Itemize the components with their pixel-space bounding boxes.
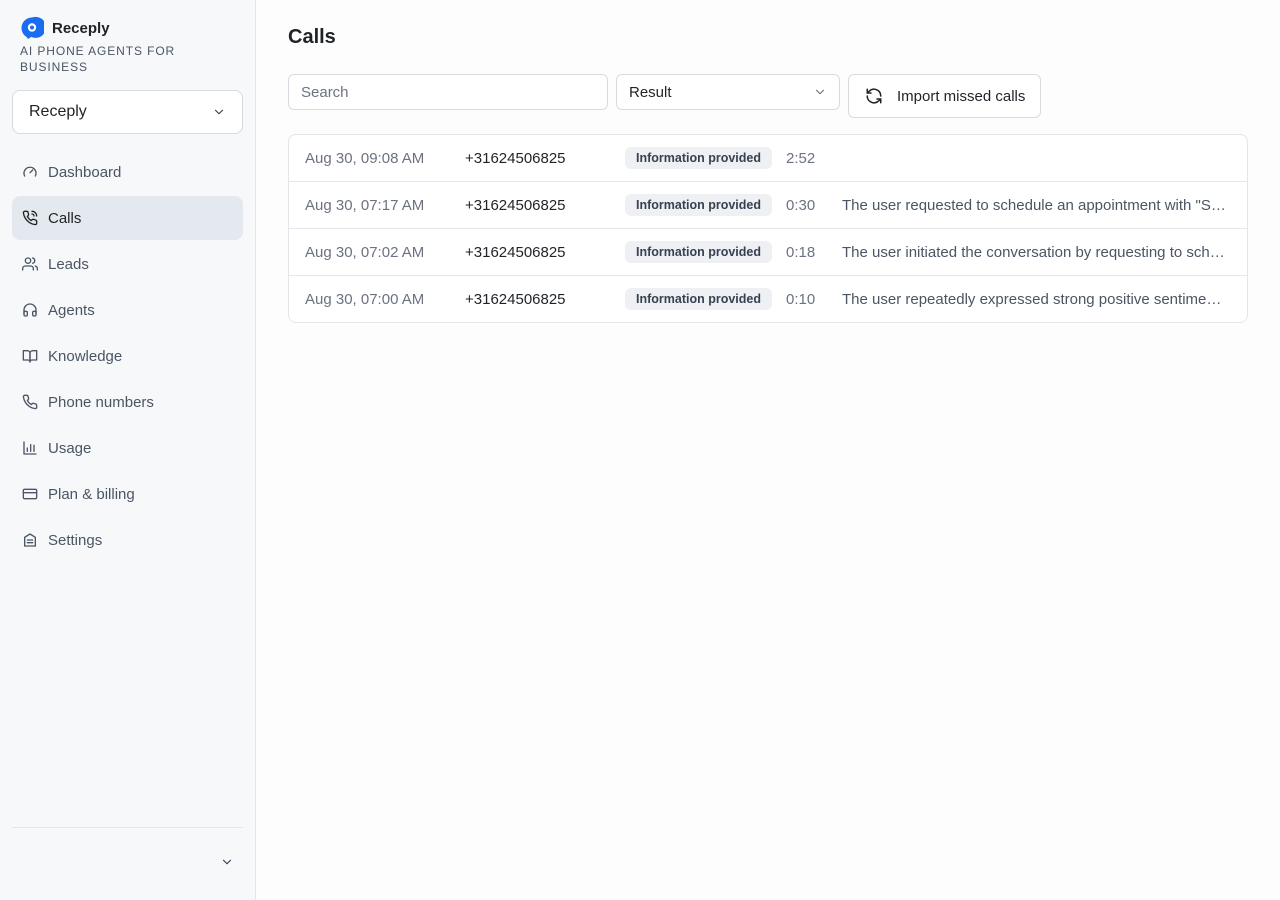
page-title: Calls [288, 26, 336, 48]
sidebar-item-label: Calls [48, 209, 82, 227]
table-row[interactable]: Aug 30, 07:02 AM +31624506825 Informatio… [289, 229, 1247, 276]
sidebar-item-label: Leads [48, 255, 89, 273]
chevron-down-icon [214, 109, 224, 115]
organization-select-value: Receply [29, 103, 87, 120]
table-row[interactable]: Aug 30, 07:17 AM +31624506825 Informatio… [289, 182, 1247, 229]
brand: Receply AI PHONE AGENTS FOR BUSINESS [20, 16, 244, 75]
call-duration: 0:18 [786, 243, 816, 261]
status-badge: Information provided [625, 288, 772, 310]
credit-card-icon [22, 486, 38, 502]
sidebar-item-usage[interactable]: Usage [12, 426, 243, 470]
call-result: Information provided [609, 288, 772, 310]
phone-call-icon [22, 210, 38, 226]
call-summary: The user requested to schedule an appoin… [842, 196, 1226, 214]
call-phone: +31624506825 [465, 290, 566, 308]
brand-tagline: AI PHONE AGENTS FOR BUSINESS [20, 44, 176, 74]
result-filter-select[interactable]: Result [616, 74, 840, 110]
account-menu-toggle[interactable] [216, 852, 238, 872]
organization-select[interactable]: Receply [12, 90, 243, 134]
bar-chart-icon [22, 440, 38, 456]
sidebar-item-dashboard[interactable]: Dashboard [12, 150, 243, 194]
chevron-down-icon [815, 89, 825, 95]
sidebar-item-phone-numbers[interactable]: Phone numbers [12, 380, 243, 424]
status-badge: Information provided [625, 194, 772, 216]
call-summary: The user repeatedly expressed strong pos… [842, 290, 1222, 308]
sidebar-item-label: Plan & billing [48, 485, 135, 503]
result-filter-value: Result [629, 83, 672, 101]
call-date: Aug 30, 07:00 AM [305, 290, 425, 308]
sidebar-item-label: Knowledge [48, 347, 123, 365]
agent-icon [22, 302, 38, 318]
sidebar-divider [12, 827, 243, 828]
sidebar-item-label: Dashboard [48, 163, 122, 181]
table-row[interactable]: Aug 30, 09:08 AM +31624506825 Informatio… [289, 135, 1247, 182]
sidebar-item-settings[interactable]: Settings [12, 518, 243, 562]
calls-table: Aug 30, 09:08 AM +31624506825 Informatio… [288, 134, 1248, 323]
sidebar-item-calls[interactable]: Calls [12, 196, 243, 240]
call-duration: 2:52 [786, 149, 816, 167]
users-icon [22, 256, 38, 272]
receply-logo-icon [21, 16, 44, 39]
sidebar-item-plan-billing[interactable]: Plan & billing [12, 472, 243, 516]
chevron-down-icon [222, 859, 232, 865]
sidebar-item-label: Settings [48, 531, 103, 549]
call-duration: 0:10 [786, 290, 816, 308]
sidebar-item-label: Agents [48, 301, 95, 319]
sidebar-item-label: Phone numbers [48, 393, 154, 411]
book-open-icon [22, 348, 38, 364]
call-result: Information provided [609, 241, 772, 263]
call-phone: +31624506825 [465, 196, 566, 214]
call-duration: 0:30 [786, 196, 816, 214]
settings-icon [22, 532, 38, 548]
status-badge: Information provided [625, 241, 772, 263]
call-phone: +31624506825 [465, 149, 566, 167]
gauge-icon [22, 164, 38, 180]
call-result: Information provided [609, 147, 772, 169]
sidebar-item-knowledge[interactable]: Knowledge [12, 334, 243, 378]
table-row[interactable]: Aug 30, 07:00 AM +31624506825 Informatio… [289, 276, 1247, 322]
call-phone: +31624506825 [465, 243, 566, 261]
sidebar-item-agents[interactable]: Agents [12, 288, 243, 332]
call-summary: The user initiated the conversation by r… [842, 243, 1225, 261]
sidebar-item-leads[interactable]: Leads [12, 242, 243, 286]
sidebar: Receply AI PHONE AGENTS FOR BUSINESS Rec… [0, 0, 256, 900]
brand-name: Receply [52, 19, 110, 37]
import-missed-calls-button[interactable]: Import missed calls [848, 74, 1041, 118]
refresh-icon [866, 88, 882, 104]
search-input[interactable] [288, 74, 608, 110]
phone-icon [22, 394, 38, 410]
call-result: Information provided [609, 194, 772, 216]
call-date: Aug 30, 07:02 AM [305, 243, 425, 261]
call-date: Aug 30, 09:08 AM [305, 149, 425, 167]
sidebar-nav: Dashboard Calls Leads Agents Knowledge P… [12, 150, 243, 564]
brand-row: Receply [20, 16, 244, 40]
sidebar-item-label: Usage [48, 439, 92, 457]
import-missed-calls-label: Import missed calls [897, 87, 1026, 105]
call-date: Aug 30, 07:17 AM [305, 196, 425, 214]
status-badge: Information provided [625, 147, 772, 169]
